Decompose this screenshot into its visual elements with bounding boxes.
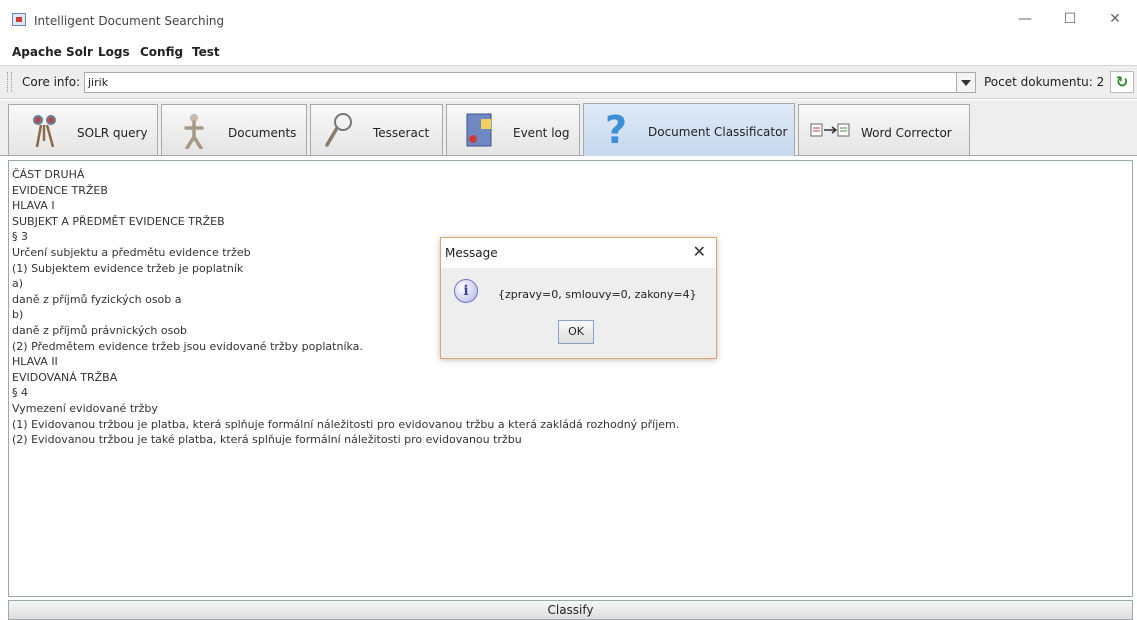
menu-logs[interactable]: Logs (98, 45, 130, 59)
menu-config[interactable]: Config (140, 45, 183, 59)
info-icon: i (454, 279, 478, 303)
tab-document-classificator-label: Document Classificator (648, 125, 788, 139)
tab-word-corrector[interactable]: Word Corrector (798, 104, 970, 155)
svg-text:?: ? (605, 110, 627, 148)
tab-strip: SOLR query Documents Tesseract Event log… (0, 100, 1137, 156)
dialog-close-icon[interactable]: ✕ (693, 242, 706, 261)
app-icon (12, 13, 26, 26)
tab-documents[interactable]: Documents (161, 104, 307, 155)
maximize-icon[interactable]: ☐ (1055, 8, 1085, 30)
minimize-icon[interactable]: — (1010, 8, 1040, 30)
tab-tesseract-label: Tesseract (373, 126, 430, 140)
document-line: (2) Evidovanou tržbou je také platba, kt… (12, 433, 522, 447)
binoculars-icon (33, 115, 56, 148)
window-title: Intelligent Document Searching (34, 14, 225, 28)
chevron-down-icon[interactable] (956, 73, 975, 92)
magnifier-icon (325, 113, 352, 147)
document-line: SUBJEKT A PŘEDMĚT EVIDENCE TRŽEB (12, 214, 225, 228)
document-text-area[interactable]: ČÁST DRUHÁ EVIDENCE TRŽEB HLAVA I SUBJEKT A… (8, 160, 1133, 597)
core-select-value: jirik (88, 76, 109, 89)
title-bar: Intelligent Document Searching — ☐ ✕ (0, 0, 1137, 40)
document-line: § 4 (12, 386, 28, 400)
documents-icon (184, 114, 204, 149)
refresh-button[interactable]: ↻ (1110, 71, 1134, 93)
tab-document-classificator[interactable]: ? Document Classificator (583, 103, 795, 156)
document-line: EVIDOVANÁ TRŽBA (12, 370, 118, 384)
dialog-message: {zpravy=0, smlouvy=0, zakony=4} (498, 288, 697, 301)
menu-test[interactable]: Test (192, 45, 220, 59)
classify-button[interactable]: Classify (8, 600, 1133, 620)
document-line: EVIDENCE TRŽEB (12, 183, 108, 197)
document-line: (1) Evidovanou tržbou je platba, která s… (12, 417, 680, 431)
message-dialog: Message ✕ i {zpravy=0, smlouvy=0, zakony… (440, 237, 717, 359)
document-count: Pocet dokumentu: 2 (984, 75, 1105, 89)
tab-solr-query[interactable]: SOLR query (8, 104, 158, 155)
tab-event-log[interactable]: Event log (446, 104, 580, 155)
document-line: Vymezení evidované tržby (12, 401, 158, 415)
menu-bar: Apache Solr Logs Config Test (0, 41, 1137, 63)
document-line: HLAVA I (12, 199, 55, 213)
toolbar-grip[interactable] (7, 72, 12, 92)
core-select[interactable]: jirik (84, 72, 976, 93)
close-icon[interactable]: ✕ (1100, 8, 1130, 30)
core-info-label: Core info: (22, 75, 81, 89)
ok-button[interactable]: OK (558, 320, 594, 344)
dialog-body: i {zpravy=0, smlouvy=0, zakony=4} OK (441, 268, 716, 358)
dialog-title: Message (445, 246, 498, 260)
core-info-toolbar: Core info: jirik Pocet dokumentu: 2 ↻ (0, 65, 1137, 99)
tab-documents-label: Documents (228, 126, 297, 140)
event-log-icon (466, 113, 492, 147)
tab-word-corrector-label: Word Corrector (861, 126, 952, 140)
word-corrector-icon (810, 123, 850, 137)
tab-event-log-label: Event log (513, 126, 570, 140)
question-icon: ? (605, 110, 627, 148)
tab-tesseract[interactable]: Tesseract (310, 104, 443, 155)
tab-solr-query-label: SOLR query (77, 126, 148, 140)
document-line: ČÁST DRUHÁ (12, 168, 85, 181)
menu-apache-solr[interactable]: Apache Solr (12, 45, 93, 59)
